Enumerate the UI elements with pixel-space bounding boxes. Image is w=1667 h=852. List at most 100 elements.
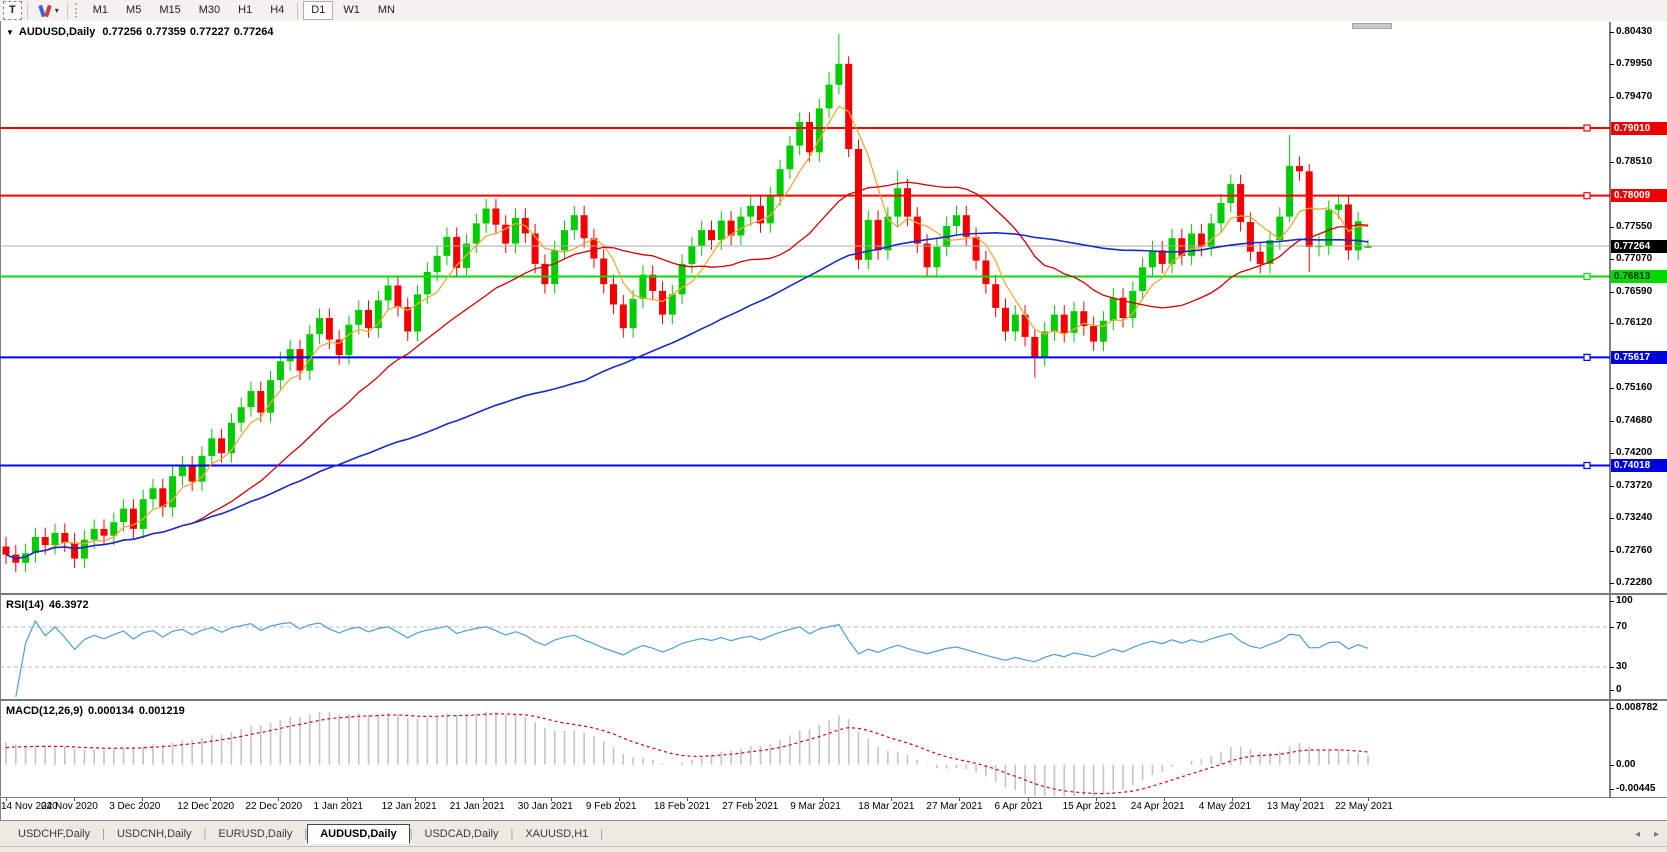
date-axis-tick [687, 798, 688, 801]
panel-splitter[interactable] [0, 593, 1667, 595]
price-axis-label: 0.76590 [1616, 286, 1652, 297]
date-axis-label: 9 Feb 2021 [586, 801, 637, 812]
rsi-indicator-label: RSI(14)46.3972 [6, 599, 94, 611]
date-axis-label: 4 May 2021 [1199, 801, 1251, 812]
price-axis-label: 0.77550 [1616, 221, 1652, 232]
date-axis-label: 21 Jan 2021 [450, 801, 505, 812]
trading-terminal: { "toolbar": { "text_tool": "T", "timefr… [0, 0, 1667, 851]
price-axis-label: 0.79470 [1616, 91, 1652, 102]
symbol-tab-usdcnh[interactable]: USDCNH,Daily [105, 825, 204, 843]
date-axis-tick [1232, 798, 1233, 801]
date-axis-tick [1096, 798, 1097, 801]
macd-axis-label: 0.008782 [1616, 702, 1658, 713]
price-axis-tick [1610, 388, 1614, 389]
price-axis-label: 0.79950 [1616, 58, 1652, 69]
price-axis-label: 0.77070 [1616, 253, 1652, 264]
date-axis-label: 1 Jan 2021 [314, 801, 364, 812]
symbol-tab-usdcad[interactable]: USDCAD,Daily [413, 825, 511, 843]
date-axis-tick [347, 798, 348, 801]
date-axis-tick [1164, 798, 1165, 801]
tab-scroll-left-icon[interactable]: ◂ [1635, 829, 1640, 840]
date-axis-tick [142, 798, 143, 801]
chart-dropdown-icon[interactable]: ▼ [6, 28, 14, 37]
price-axis-tick [1610, 323, 1614, 324]
price-tag: 0.78009 [1611, 189, 1667, 202]
symbol-tab-eurusd[interactable]: EURUSD,Daily [206, 825, 304, 843]
macd-axis-tick [1610, 789, 1614, 790]
price-axis-tick [1610, 518, 1614, 519]
macd-axis-tick [1610, 765, 1614, 766]
price-tag: 0.79010 [1611, 122, 1667, 135]
price-axis-tick [1610, 227, 1614, 228]
rsi-axis-label: 100 [1616, 595, 1633, 606]
price-axis-tick [1610, 162, 1614, 163]
date-axis-label: 18 Mar 2021 [858, 801, 914, 812]
date-axis-label: 22 May 2021 [1335, 801, 1393, 812]
date-axis-label: 6 Apr 2021 [995, 801, 1043, 812]
symbol-tab-bar: USDCHF,Daily|USDCNH,Daily|EURUSD,Daily|A… [0, 820, 1667, 847]
chart-scrollbar-thumb[interactable] [1352, 23, 1392, 29]
date-axis-label: 12 Dec 2020 [177, 801, 234, 812]
date-axis-label: 3 Dec 2020 [109, 801, 160, 812]
rsi-axis-tick [1610, 627, 1614, 628]
price-axis-label: 0.76120 [1616, 317, 1652, 328]
date-axis-tick [959, 798, 960, 801]
close-value: 0.77264 [234, 26, 274, 38]
rsi-axis-tick [1610, 667, 1614, 668]
date-axis-tick [483, 798, 484, 801]
date-axis-label: 22 Dec 2020 [245, 801, 302, 812]
price-axis-label: 0.74680 [1616, 415, 1652, 426]
date-axis-label: 15 Apr 2021 [1063, 801, 1117, 812]
tab-scroll-right-icon[interactable]: ▸ [1654, 829, 1659, 840]
price-axis-tick [1610, 453, 1614, 454]
date-axis-tick [891, 798, 892, 801]
rsi-axis-tick [1610, 601, 1614, 602]
macd-main-value: 0.000134 [88, 705, 134, 717]
date-axis-label: 27 Mar 2021 [926, 801, 982, 812]
date-axis-label: 9 Mar 2021 [790, 801, 841, 812]
date-axis-tick [619, 798, 620, 801]
date-axis-tick [755, 798, 756, 801]
rsi-value: 46.3972 [49, 599, 89, 611]
status-bar [0, 846, 1667, 852]
symbol-tab-xauusd[interactable]: XAUUSD,H1 [513, 825, 600, 843]
price-axis-label: 0.80430 [1616, 26, 1652, 37]
macd-axis-label: -0.00445 [1616, 783, 1655, 794]
date-axis-tick [278, 798, 279, 801]
price-axis-tick [1610, 259, 1614, 260]
price-axis-label: 0.72280 [1616, 577, 1652, 588]
high-value: 0.77359 [146, 26, 186, 38]
date-axis-label: 27 Feb 2021 [722, 801, 778, 812]
open-value: 0.77256 [102, 26, 142, 38]
rsi-axis-label: 70 [1616, 621, 1627, 632]
price-axis-tick [1610, 292, 1614, 293]
macd-axis-label: 0.00 [1616, 759, 1635, 770]
symbol-tab-audusd[interactable]: AUDUSD,Daily [307, 824, 409, 844]
price-axis-label: 0.78510 [1616, 156, 1652, 167]
date-axis-label: 18 Feb 2021 [654, 801, 710, 812]
price-tag: 0.76813 [1611, 270, 1667, 283]
date-axis-tick [210, 798, 211, 801]
date-axis-tick [1368, 798, 1369, 801]
date-axis-label: 24 Apr 2021 [1131, 801, 1185, 812]
price-axis-label: 0.73720 [1616, 480, 1652, 491]
price-tag: 0.77264 [1611, 240, 1667, 253]
date-axis-label: 12 Jan 2021 [382, 801, 437, 812]
price-chart-canvas[interactable] [0, 0, 1667, 851]
date-axis-tick [823, 798, 824, 801]
date-axis-tick [1300, 798, 1301, 801]
symbol-tab-usdchf[interactable]: USDCHF,Daily [6, 825, 102, 843]
price-tag: 0.74018 [1611, 459, 1667, 472]
price-axis-tick [1610, 551, 1614, 552]
rsi-axis-label: 30 [1616, 661, 1627, 672]
date-axis-label: 13 May 2021 [1267, 801, 1325, 812]
price-axis-tick [1610, 32, 1614, 33]
macd-axis-tick [1610, 708, 1614, 709]
macd-signal-value: 0.001219 [139, 705, 185, 717]
macd-indicator-label: MACD(12,26,9)0.0001340.001219 [6, 705, 190, 717]
price-axis-tick [1610, 421, 1614, 422]
panel-splitter[interactable] [0, 699, 1667, 701]
date-axis-tick [1028, 798, 1029, 801]
date-axis-label: 30 Jan 2021 [518, 801, 573, 812]
date-axis-tick [74, 798, 75, 801]
